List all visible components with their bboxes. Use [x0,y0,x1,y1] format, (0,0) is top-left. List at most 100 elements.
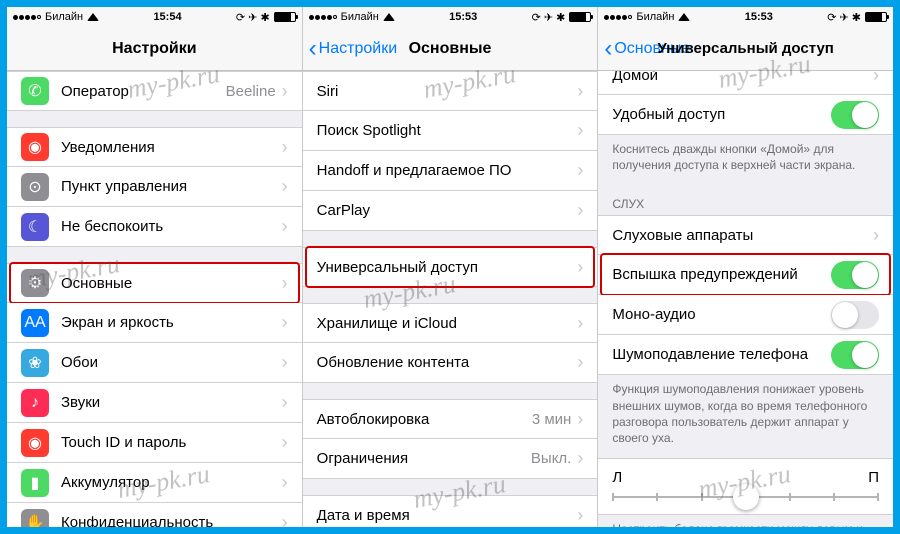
nav-bar: ‹Настройки Основные [303,27,598,71]
easy-access-toggle[interactable] [831,101,879,129]
chevron-right-icon: › [282,273,288,294]
chevron-right-icon: › [282,352,288,373]
chevron-right-icon: › [577,448,583,469]
general-icon: ⚙ [21,269,49,297]
row-конфиденциальность[interactable]: ✋ Конфиденциальность › [7,503,302,527]
cell-label: Обновление контента [317,354,572,371]
chevron-right-icon: › [282,312,288,333]
dnd-icon: ☾ [21,213,49,241]
row-аккумулятор[interactable]: ▮Аккумулятор› [7,463,302,503]
noise-cancel-toggle[interactable] [831,341,879,369]
status-time: 15:54 [99,11,236,23]
noise-footer: Функция шумоподавления понижает уровень … [598,375,893,458]
flash-alerts-toggle[interactable] [831,261,879,289]
display-icon: AA [21,309,49,337]
chevron-right-icon: › [282,216,288,237]
batt-icon: ▮ [21,469,49,497]
cell-label: Ограничения [317,450,531,467]
cell-label: Поиск Spotlight [317,122,572,139]
row-flash-alerts[interactable]: Вспышка предупреждений [598,255,893,295]
sound-icon: ♪ [21,389,49,417]
cell-label: Handoff и предлагаемое ПО [317,162,572,179]
row-звуки[interactable]: ♪ Звуки › [7,383,302,423]
chevron-right-icon: › [873,71,879,86]
nav-bar: Настройки [7,27,302,71]
priv-icon: ✋ [21,509,49,528]
mono-audio-toggle[interactable] [831,301,879,329]
chevron-right-icon: › [577,352,583,373]
cell-label: Обои [61,354,276,371]
cell-label: Звуки [61,394,276,411]
row-mono-audio[interactable]: Моно-аудио [598,295,893,335]
row-автоблокировка[interactable]: Автоблокировка3 мин› [303,399,598,439]
cell-label: Универсальный доступ [317,259,572,276]
row-оператор[interactable]: ✆ОператорBeeline› [7,71,302,111]
row-уведомления[interactable]: ◉ Уведомления › [7,127,302,167]
cell-detail: Beeline [226,83,276,100]
wifi-icon [87,13,99,21]
battery-icon [274,12,296,22]
chevron-right-icon: › [282,137,288,158]
hearing-header: СЛУХ [598,185,893,215]
control-icon: ⊙ [21,173,49,201]
balance-slider[interactable] [612,496,879,498]
row-поиск-spotlight[interactable]: Поиск Spotlight› [303,111,598,151]
row-хранилище-и-icloud[interactable]: Хранилище и iCloud› [303,303,598,343]
cell-label: CarPlay [317,202,572,219]
status-time: 15:53 [395,11,532,23]
back-button[interactable]: ‹Настройки [303,37,397,61]
wall-icon: ❀ [21,349,49,377]
balance-footer: Настроить баланс громкости между левым и… [598,515,893,527]
row-touch-id-и-пароль[interactable]: ◉ Touch ID и пароль › [7,423,302,463]
row-не-беспокоить[interactable]: ☾Не беспокоить› [7,207,302,247]
row-hearing-aids[interactable]: Слуховые аппараты› [598,215,893,255]
row-дата-и-время[interactable]: Дата и время › [303,495,598,527]
row-экран-и-яркость[interactable]: AAЭкран и яркость› [7,303,302,343]
chevron-right-icon: › [873,225,879,246]
chevron-right-icon: › [282,392,288,413]
row-универсальный-доступ[interactable]: Универсальный доступ › [303,247,598,287]
row-обновление-контента[interactable]: Обновление контента › [303,343,598,383]
cell-detail: Выкл. [531,450,571,467]
chevron-right-icon: › [282,81,288,102]
row-пункт-управления[interactable]: ⊙Пункт управления› [7,167,302,207]
row-ограничения[interactable]: ОграниченияВыкл. › [303,439,598,479]
chevron-right-icon: › [577,505,583,526]
back-button[interactable]: ‹Основные [598,37,690,61]
row-noise-cancel[interactable]: Шумоподавление телефона [598,335,893,375]
cell-label: Дата и время [317,507,572,524]
status-bar: Билайн 15:54 ⟳ ✈︎ ✱ [7,7,302,27]
chevron-right-icon: › [577,200,583,221]
cell-label: Siri [317,83,572,100]
status-bar: Билайн 15:53 ⟳ ✈︎ ✱ [303,7,598,27]
row-обои[interactable]: ❀ Обои › [7,343,302,383]
chevron-right-icon: › [282,176,288,197]
chevron-left-icon: ‹ [309,37,317,61]
slider-knob[interactable] [733,484,759,510]
chevron-right-icon: › [282,512,288,527]
cell-label: Основные [61,275,276,292]
touch-icon: ◉ [21,429,49,457]
cell-label: Оператор [61,83,226,100]
status-bar: Билайн 15:53 ⟳ ✈︎ ✱ [598,7,893,27]
cell-label: Автоблокировка [317,411,532,428]
row-handoff-и-предлагаемое-по[interactable]: Handoff и предлагаемое ПО› [303,151,598,191]
row-easy-access[interactable]: Удобный доступ [598,95,893,135]
balance-slider-row: ЛП [598,458,893,515]
page-title: Настройки [7,40,302,58]
row-siri[interactable]: Siri› [303,71,598,111]
status-time: 15:53 [690,11,827,23]
notif-icon: ◉ [21,133,49,161]
cell-label: Touch ID и пароль [61,434,276,451]
settings-pane: Билайн 15:54 ⟳ ✈︎ ✱ Настройки ✆ОператорB… [7,7,303,527]
row-carplay[interactable]: CarPlay › [303,191,598,231]
chevron-right-icon: › [282,432,288,453]
cell-label: Конфиденциальность [61,514,276,527]
cell-label: Уведомления [61,139,276,156]
chevron-left-icon: ‹ [604,37,612,61]
general-pane: Билайн 15:53 ⟳ ✈︎ ✱ ‹Настройки Основные … [303,7,599,527]
chevron-right-icon: › [577,257,583,278]
chevron-right-icon: › [577,409,583,430]
row-основные[interactable]: ⚙ Основные › [7,263,302,303]
row-domoi[interactable]: Домой› [598,71,893,95]
